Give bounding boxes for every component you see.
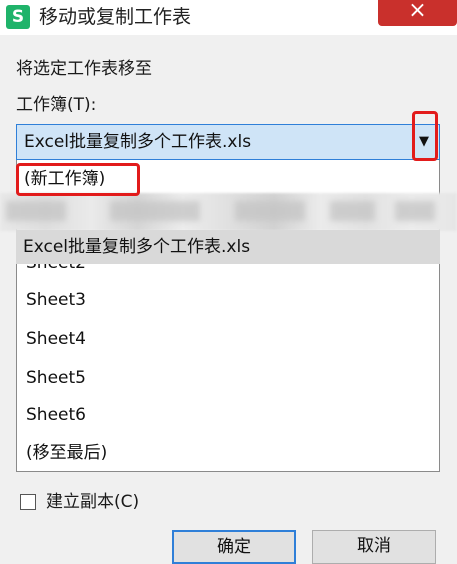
list-item-sheet6[interactable]: Sheet6 <box>26 404 86 426</box>
workbook-value: Excel批量复制多个工作表.xls <box>24 132 252 152</box>
highlight-box-new-workbook <box>16 163 140 196</box>
close-button[interactable]: × <box>378 0 457 26</box>
blurred-region <box>0 193 457 231</box>
highlight-box-arrow <box>412 111 438 161</box>
option-current-workbook-label: Excel批量复制多个工作表.xls <box>23 237 251 257</box>
copy-checkbox[interactable] <box>20 494 36 510</box>
move-to-label: 将选定工作表移至 <box>16 59 152 79</box>
app-logo-icon: S <box>6 5 30 29</box>
close-icon: × <box>408 0 427 23</box>
list-item-sheet4[interactable]: Sheet4 <box>26 328 86 350</box>
option-current-workbook[interactable]: Excel批量复制多个工作表.xls <box>16 230 440 264</box>
workbook-label: 工作簿(T): <box>16 95 97 115</box>
copy-checkbox-label: 建立副本(C) <box>46 492 140 512</box>
title-bar: S 移动或复制工作表 × <box>0 0 457 35</box>
cancel-button[interactable]: 取消 <box>312 530 436 564</box>
sheet-listbox[interactable]: Sheet2 Sheet3 Sheet4 Sheet5 Sheet6 (移至最后… <box>16 264 440 472</box>
list-item-sheet3[interactable]: Sheet3 <box>26 289 86 311</box>
ok-button[interactable]: 确定 <box>172 530 296 564</box>
workbook-combobox[interactable]: Excel批量复制多个工作表.xls ▼ <box>16 124 440 160</box>
list-item-sheet5[interactable]: Sheet5 <box>26 367 86 389</box>
window-title: 移动或复制工作表 <box>39 6 192 28</box>
list-item-move-to-end[interactable]: (移至最后) <box>26 442 107 464</box>
